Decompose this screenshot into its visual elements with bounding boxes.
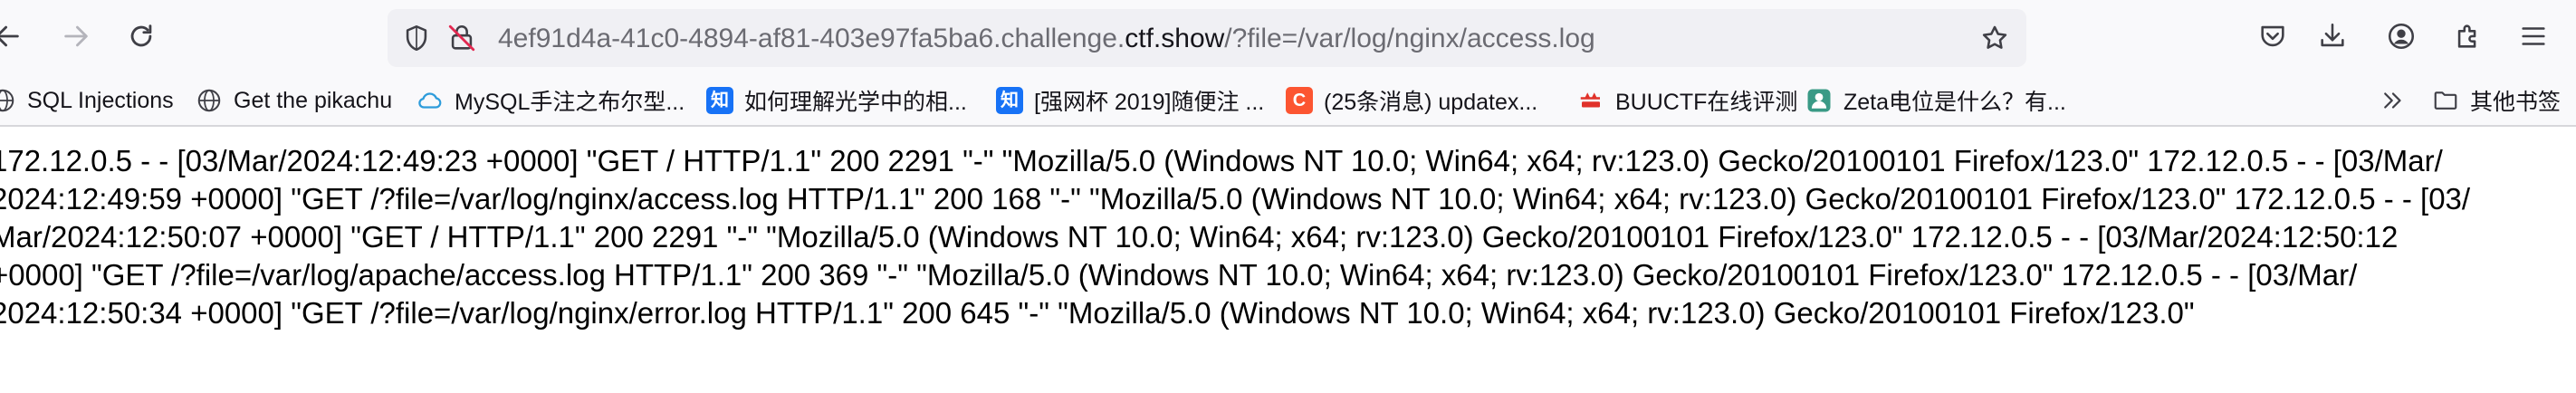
url-path: /?file=/var/log/nginx/access.log [1224, 24, 1595, 53]
globe-icon [196, 87, 223, 114]
bookmark-label: SQL Injections [27, 87, 174, 113]
log-line: 2024:12:50:34 +0000] "GET /?file=/var/lo… [0, 296, 2195, 330]
bookmark-label: Zeta电位是什么？有... [1843, 90, 2066, 115]
address-bar[interactable]: 4ef91d4a-41c0-4894-af81-403e97fa5ba6.cha… [388, 9, 2026, 67]
download-icon [2317, 21, 2348, 56]
arrow-right-icon [61, 21, 91, 56]
navigation-toolbar: 4ef91d4a-41c0-4894-af81-403e97fa5ba6.cha… [0, 0, 2576, 76]
bookmarks-overflow-button[interactable] [2380, 80, 2418, 121]
page-content: 172.12.0.5 - - [03/Mar/2024:12:49:23 +00… [0, 127, 2576, 393]
bookmark-label: Get the pikachu [234, 87, 393, 113]
log-line: +0000] "GET /?file=/var/log/apache/acces… [0, 258, 2358, 292]
zhihu-icon: 知 [996, 87, 1023, 114]
pocket-icon [2257, 21, 2288, 56]
bookmark-buuctf[interactable]: BUUCTF在线评测 [1577, 80, 1797, 121]
account-button[interactable] [2374, 11, 2428, 65]
zhihu-icon: 知 [706, 87, 733, 114]
zhihu-icon-glyph: 知 [706, 87, 733, 114]
bookmark-zhihu-optics[interactable]: 知 如何理解光学中的相... [706, 80, 967, 121]
buuctf-icon [1577, 87, 1604, 114]
forward-button[interactable] [49, 11, 103, 65]
bookmark-label: (25条消息) updatex... [1324, 90, 1538, 115]
zhihu-icon-glyph: 知 [996, 87, 1023, 114]
tracking-protection-shield-icon[interactable] [400, 22, 433, 54]
bookmark-star-icon[interactable] [1978, 22, 2011, 54]
bookmark-mysql-boolean[interactable]: MySQL手注之布尔型... [417, 80, 685, 121]
bookmark-zeta-potential[interactable]: Zeta电位是什么？有... [1805, 80, 2066, 121]
browser-window: 4ef91d4a-41c0-4894-af81-403e97fa5ba6.cha… [0, 0, 2576, 393]
bookmark-label: [强网杯 2019]随便注 ... [1034, 90, 1265, 115]
bookmark-label: BUUCTF在线评测 [1615, 90, 1798, 115]
reload-button[interactable] [114, 11, 168, 65]
bookmark-label: 如何理解光学中的相... [744, 90, 967, 115]
url-prefix: 4ef91d4a-41c0-4894-af81-403e97fa5ba6.cha… [498, 24, 1125, 53]
reload-icon [126, 21, 157, 56]
url-text[interactable]: 4ef91d4a-41c0-4894-af81-403e97fa5ba6.cha… [498, 22, 1595, 56]
cloud-icon [417, 87, 444, 114]
bookmark-label: MySQL手注之布尔型... [455, 90, 685, 115]
csdn-icon-glyph: C [1286, 87, 1313, 114]
arrow-left-icon [0, 21, 23, 56]
bookmark-sql-injections[interactable]: SQL Injections [0, 80, 174, 121]
bookmark-get-the-pikachu[interactable]: Get the pikachu [196, 80, 392, 121]
bookmark-qwb-2019[interactable]: 知 [强网杯 2019]随便注 ... [996, 80, 1264, 121]
globe-icon [0, 87, 16, 114]
log-line: 2024:12:49:59 +0000] "GET /?file=/var/lo… [0, 182, 2471, 216]
pocket-button[interactable] [2246, 11, 2300, 65]
csdn-icon: C [1286, 87, 1313, 114]
app-menu-button[interactable] [2506, 11, 2561, 65]
other-bookmarks-label: 其他书签 [2470, 90, 2562, 115]
folder-icon [2432, 87, 2459, 114]
extensions-icon [2453, 21, 2484, 56]
back-button[interactable] [0, 11, 34, 65]
bookmark-csdn-updatexml[interactable]: C (25条消息) updatex... [1286, 80, 1537, 121]
bookmarks-toolbar: SQL Injections Get the pikachu MySQL手注之布… [0, 76, 2576, 127]
account-icon [2386, 21, 2417, 56]
downloads-button[interactable] [2305, 11, 2360, 65]
extensions-button[interactable] [2441, 11, 2495, 65]
log-line: Mar/2024:12:50:07 +0000] "GET / HTTP/1.1… [0, 220, 2399, 254]
log-line: 172.12.0.5 - - [03/Mar/2024:12:49:23 +00… [0, 144, 2443, 177]
other-bookmarks-folder[interactable]: 其他书签 [2432, 80, 2561, 121]
insecure-lock-icon[interactable] [445, 22, 478, 54]
menu-icon [2518, 21, 2549, 56]
chevron-double-right-icon [2380, 87, 2407, 114]
url-host: ctf.show [1125, 24, 1225, 53]
zeta-icon [1805, 87, 1833, 114]
